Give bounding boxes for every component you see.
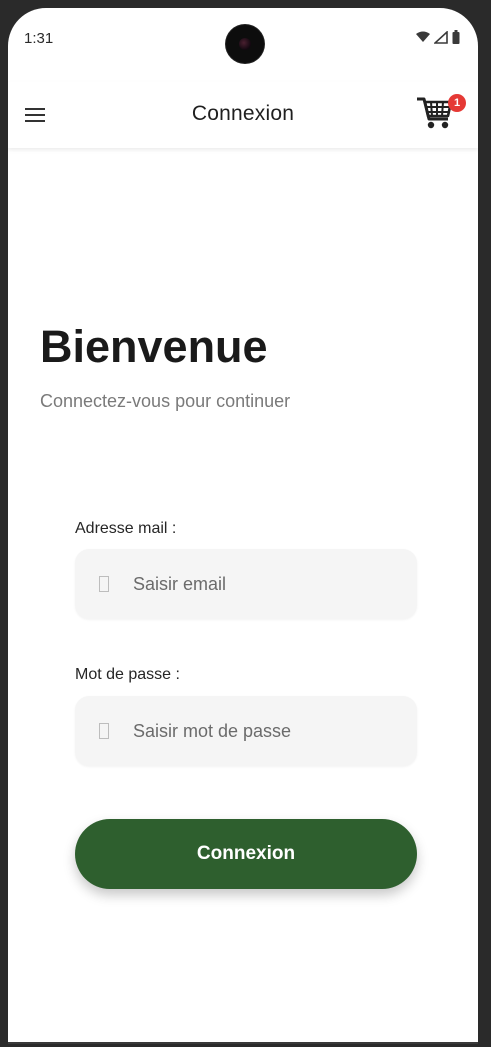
status-bar: 1:31 xyxy=(8,8,478,68)
page-title: Connexion xyxy=(191,102,295,125)
device-frame: 1:31 Connexion 1 Bienvenue Connectez-vou… xyxy=(0,0,491,1047)
email-label: Adresse mail : xyxy=(75,520,177,537)
welcome-title: Bienvenue xyxy=(40,321,268,372)
email-field[interactable] xyxy=(75,549,417,619)
front-camera xyxy=(226,25,264,63)
cart-count-badge: 1 xyxy=(448,94,466,112)
status-icons xyxy=(416,30,460,44)
password-input[interactable] xyxy=(131,719,395,743)
app-bar: Connexion 1 xyxy=(8,82,478,148)
signal-icon xyxy=(434,30,448,44)
phone-screen: 1:31 Connexion 1 Bienvenue Connectez-vou… xyxy=(8,8,478,1044)
camera-lens xyxy=(239,38,251,50)
email-input[interactable] xyxy=(131,572,395,596)
bottom-edge xyxy=(8,1042,478,1044)
login-button[interactable]: Connexion xyxy=(75,819,417,889)
welcome-subtitle: Connectez-vous pour continuer xyxy=(40,391,291,411)
cart-button[interactable]: 1 xyxy=(416,92,466,136)
password-field[interactable] xyxy=(75,696,417,766)
wifi-icon xyxy=(416,31,430,42)
battery-icon xyxy=(452,30,460,44)
password-field-icon xyxy=(99,723,109,739)
password-label: Mot de passe : xyxy=(75,666,180,683)
status-time: 1:31 xyxy=(24,30,54,47)
email-field-icon xyxy=(99,576,109,592)
